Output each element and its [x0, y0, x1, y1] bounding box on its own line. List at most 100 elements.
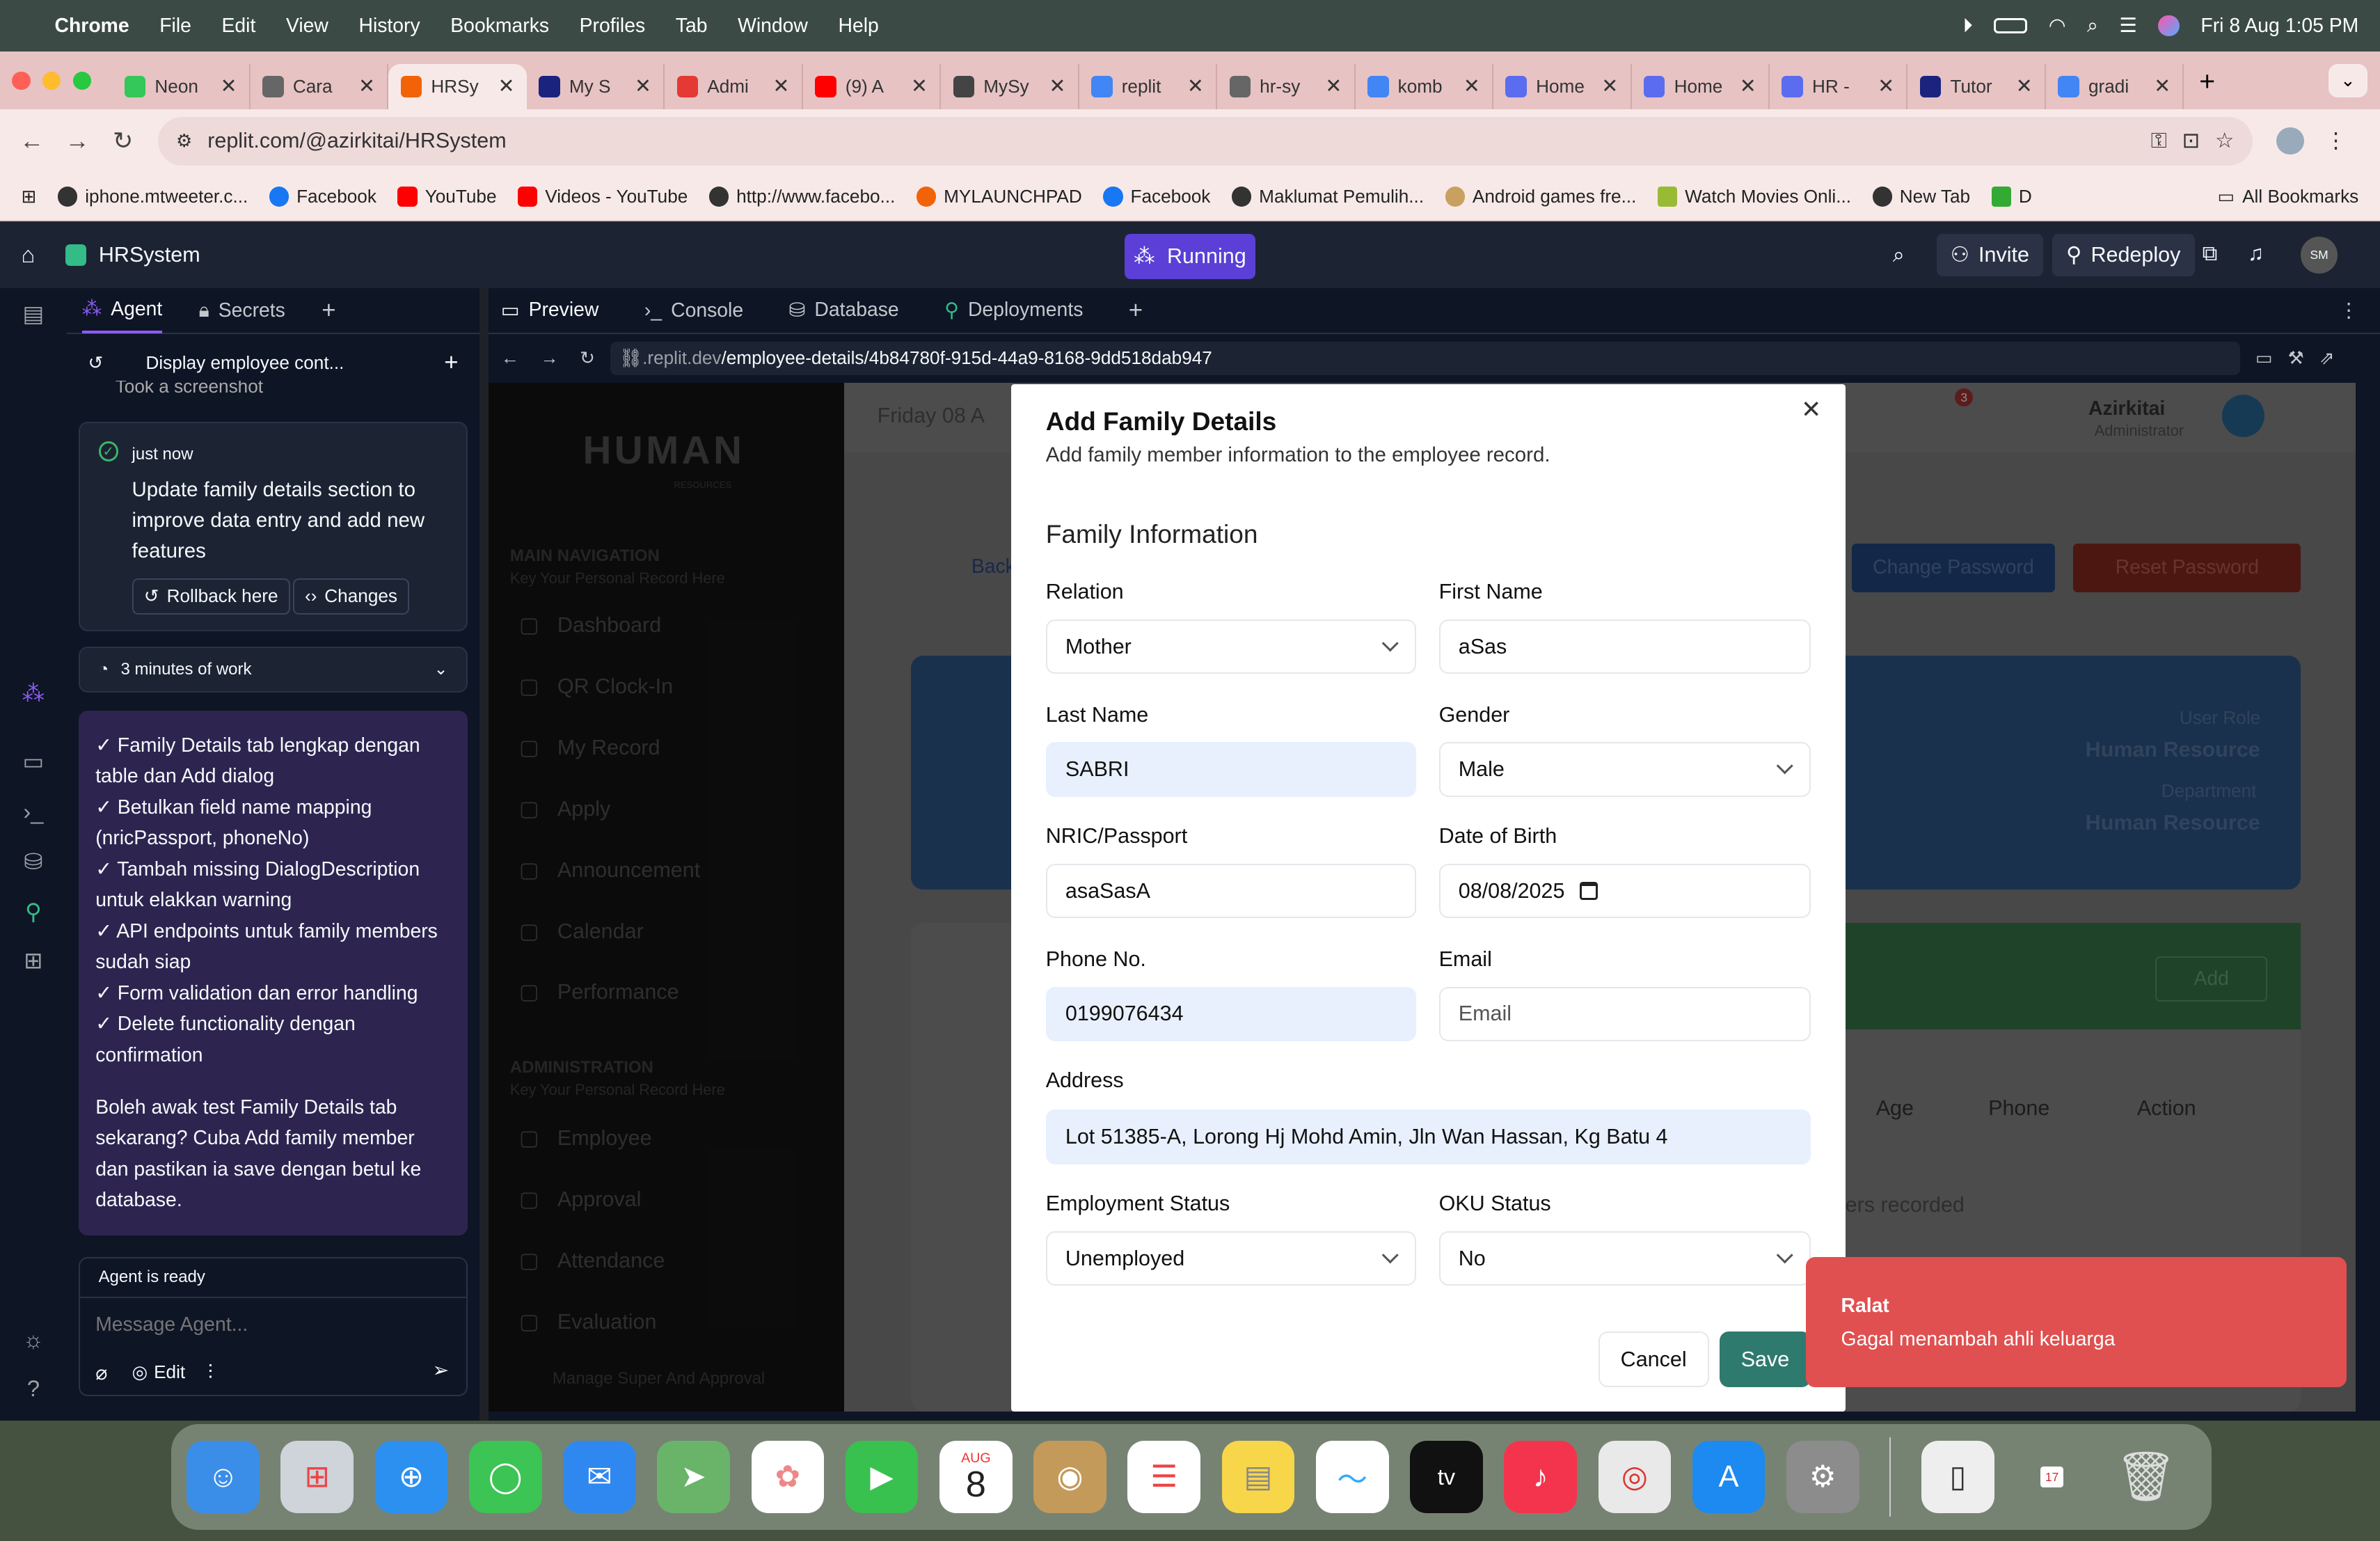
devtools-icon[interactable]: ⚒	[2288, 347, 2304, 369]
browser-tab[interactable]: Home ✕	[1493, 63, 1632, 110]
rollback-button[interactable]: ↺ Rollback here	[132, 578, 290, 615]
multiplayer-icon[interactable]: ⧉	[2203, 242, 2218, 267]
bookmark-item[interactable]: Videos - YouTube	[518, 186, 688, 207]
preview-reload-icon[interactable]: ↻	[580, 347, 595, 369]
menu-history[interactable]: History	[358, 15, 420, 38]
preview-icon[interactable]: ▭	[19, 748, 47, 775]
relation-select[interactable]: Mother	[1045, 619, 1416, 674]
reload-icon[interactable]: ↻	[100, 127, 145, 155]
address-url[interactable]: replit.com/@azirkitai/HRSystem	[207, 129, 506, 153]
control-center-icon[interactable]: ☰	[2119, 14, 2136, 38]
bookmark-item[interactable]: http://www.facebo...	[708, 186, 895, 207]
preview-forward-icon[interactable]: →	[540, 347, 558, 369]
address-bar[interactable]: ⚙ replit.com/@azirkitai/HRSystem ⚿ ⊡ ☆	[157, 116, 2253, 166]
finder-icon[interactable]: ☺	[187, 1440, 260, 1514]
browser-tab[interactable]: hr-sy ✕	[1217, 63, 1356, 110]
trash-icon[interactable]: 🗑︎	[2109, 1441, 2182, 1514]
apps-grid-icon[interactable]: ⊞	[22, 186, 37, 207]
tab-database[interactable]: ⛁ Database	[789, 299, 899, 322]
bookmark-item[interactable]: Facebook	[1103, 186, 1210, 207]
employment-select[interactable]: Unemployed	[1045, 1231, 1416, 1286]
tips-icon[interactable]: ☼	[19, 1327, 47, 1354]
browser-tab[interactable]: komb ✕	[1356, 63, 1494, 110]
menu-help[interactable]: Help	[839, 15, 879, 38]
site-info-icon[interactable]: ⚙	[176, 130, 192, 152]
menu-tab[interactable]: Tab	[676, 15, 708, 38]
browser-tab[interactable]: Cara ✕	[251, 63, 389, 110]
browser-tab[interactable]: (9) A ✕	[803, 63, 942, 110]
browser-tab[interactable]: My S ✕	[527, 63, 665, 110]
spotlight-icon[interactable]: ⌕	[2087, 15, 2098, 38]
password-key-icon[interactable]: ⚿	[2151, 129, 2167, 154]
browser-tab[interactable]: MySy ✕	[941, 63, 1079, 110]
database-icon[interactable]: ⛁	[19, 848, 47, 876]
add-tab-button[interactable]: +	[322, 297, 335, 324]
bookmark-item[interactable]: Android games fre...	[1445, 186, 1636, 207]
address-field[interactable]: Lot 51385-A, Lorong Hj Mohd Amin, Jln Wa…	[1045, 1109, 1811, 1164]
close-tab-icon[interactable]: ✕	[1601, 74, 1618, 98]
safari-icon[interactable]: ⊕	[374, 1440, 448, 1514]
project-name[interactable]: HRSystem	[99, 243, 200, 267]
close-tab-icon[interactable]: ✕	[911, 74, 928, 98]
search-icon[interactable]: ⌕	[1893, 243, 1905, 268]
changes-button[interactable]: ‹› Changes	[292, 578, 410, 615]
user-avatar[interactable]: SM	[2301, 237, 2338, 274]
browser-tab[interactable]: Neon ✕	[112, 63, 251, 110]
menu-window[interactable]: Window	[738, 15, 808, 38]
freeform-icon[interactable]: 〜	[1315, 1440, 1389, 1514]
tab-agent[interactable]: ⁂ Agent	[81, 287, 163, 333]
close-tab-icon[interactable]: ✕	[1878, 74, 1894, 98]
phone-field[interactable]: 0199076434	[1045, 986, 1416, 1042]
nric-field[interactable]: asaSasA	[1045, 863, 1416, 919]
contacts-icon[interactable]: ◉	[1033, 1440, 1106, 1514]
mail-icon[interactable]: ✉	[563, 1440, 636, 1514]
close-tab-icon[interactable]: ✕	[1187, 74, 1204, 98]
message-input[interactable]	[95, 1306, 445, 1343]
save-button[interactable]: Save	[1720, 1331, 1811, 1388]
send-icon[interactable]: ➢	[432, 1359, 449, 1382]
play-icon[interactable]: ⏵	[1963, 15, 1973, 38]
wifi-icon[interactable]: ◠	[2049, 14, 2066, 38]
close-tab-icon[interactable]: ✕	[1325, 74, 1342, 98]
first-name-field[interactable]: aSas	[1438, 619, 1811, 674]
bookmark-item[interactable]: Maklumat Pemulih...	[1231, 186, 1424, 207]
profile-avatar[interactable]	[2276, 127, 2304, 155]
install-icon[interactable]: ⊡	[2182, 129, 2200, 153]
close-tab-icon[interactable]: ✕	[1049, 74, 1065, 98]
close-tab-icon[interactable]: ✕	[773, 74, 790, 98]
bookmark-item[interactable]: MYLAUNCHPAD	[916, 186, 1082, 207]
photos-icon[interactable]: ✿	[751, 1440, 825, 1514]
chrome-icon[interactable]: ◎	[1598, 1440, 1672, 1514]
notifications-icon[interactable]: ♫	[2248, 242, 2264, 266]
bookmark-item[interactable]: Facebook	[269, 186, 376, 207]
siri-icon[interactable]	[2158, 15, 2180, 37]
tab-preview[interactable]: ▭ Preview	[501, 299, 599, 322]
email-field[interactable]: Email	[1438, 986, 1811, 1042]
apple-tv-icon[interactable]: tv	[1410, 1440, 1483, 1514]
oku-select[interactable]: No	[1438, 1231, 1811, 1286]
notes-icon[interactable]: ▤	[1221, 1440, 1295, 1514]
redeploy-button[interactable]: ⚲ Redeploy	[2052, 233, 2195, 276]
menu-edit[interactable]: Edit	[221, 15, 255, 38]
agent-icon[interactable]: ⁂	[19, 680, 47, 707]
close-tab-icon[interactable]: ✕	[358, 74, 375, 98]
error-toast[interactable]: Ralat Gagal menambah ahli keluarga	[1806, 1256, 2347, 1388]
facetime-icon[interactable]: ▶	[845, 1440, 919, 1514]
close-window-button[interactable]	[12, 71, 31, 90]
menu-bookmarks[interactable]: Bookmarks	[450, 15, 549, 38]
bookmark-item[interactable]: Watch Movies Onli...	[1657, 186, 1851, 207]
reminders-icon[interactable]: ☰	[1127, 1440, 1201, 1514]
browser-tab[interactable]: HR - ✕	[1770, 63, 1908, 110]
menu-profiles[interactable]: Profiles	[580, 15, 646, 38]
bookmark-item[interactable]: iphone.mtweeter.c...	[57, 186, 248, 207]
new-thread-button[interactable]: +	[444, 349, 458, 377]
work-summary[interactable]: ◔ 3 minutes of work ⌄	[79, 647, 468, 693]
menu-file[interactable]: File	[159, 15, 191, 38]
maps-icon[interactable]: ➤	[657, 1440, 731, 1514]
close-tab-icon[interactable]: ✕	[2016, 74, 2033, 98]
close-tab-icon[interactable]: ✕	[2154, 74, 2171, 98]
add-pane-button[interactable]: +	[1129, 297, 1143, 324]
minimize-window-button[interactable]	[42, 71, 61, 90]
close-tab-icon[interactable]: ✕	[221, 74, 237, 98]
calendar-icon[interactable]	[1580, 882, 1598, 901]
